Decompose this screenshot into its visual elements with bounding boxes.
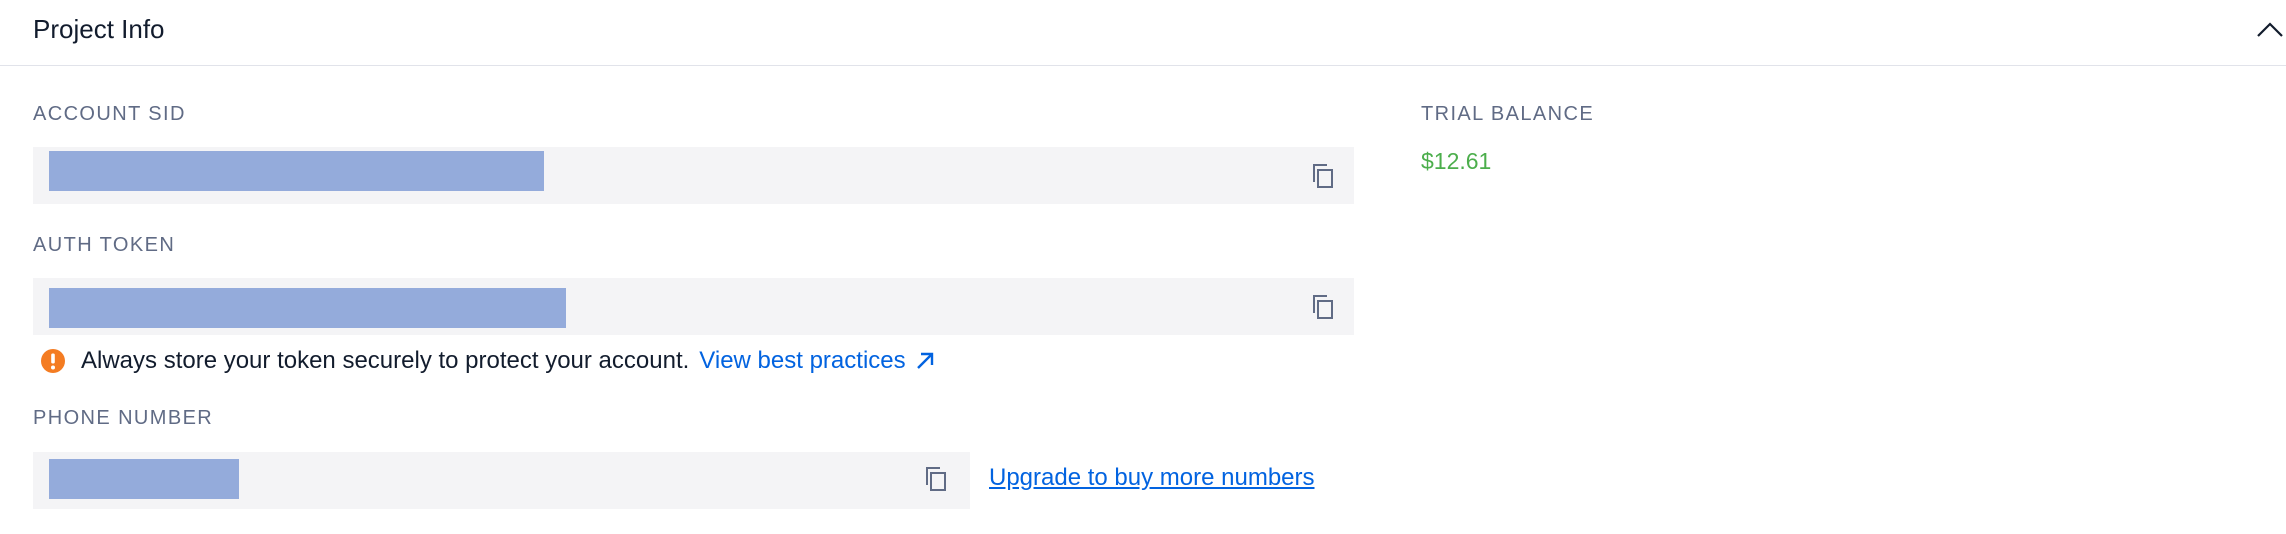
phone-number-label: PHONE NUMBER <box>33 407 214 429</box>
phone-number-redacted-value <box>49 459 239 499</box>
copy-icon[interactable] <box>1310 161 1338 191</box>
upgrade-numbers-link[interactable]: Upgrade to buy more numbers <box>989 464 1315 492</box>
warning-text: Always store your token securely to prot… <box>81 347 690 374</box>
account-sid-label: ACCOUNT SID <box>33 103 186 125</box>
header-title: Project Info <box>33 14 165 44</box>
auth-token-label: AUTH TOKEN <box>33 234 176 256</box>
view-best-practices-link[interactable]: View best practices <box>699 347 935 375</box>
project-info-header[interactable]: Project Info <box>0 0 2286 66</box>
warning-icon <box>40 348 66 374</box>
external-link-icon <box>914 350 936 372</box>
trial-balance-label: TRIAL BALANCE <box>1421 103 1595 125</box>
phone-number-field <box>33 452 970 509</box>
copy-icon[interactable] <box>923 464 951 494</box>
copy-icon[interactable] <box>1310 292 1338 322</box>
auth-token-redacted-value <box>49 288 566 328</box>
auth-token-field <box>33 278 1354 335</box>
chevron-up-icon[interactable] <box>2250 16 2286 48</box>
token-warning: Always store your token securely to prot… <box>40 344 936 378</box>
account-sid-redacted-value <box>49 151 544 191</box>
account-sid-field <box>33 147 1354 204</box>
trial-balance-amount: $12.61 <box>1421 148 1492 174</box>
view-best-practices-label: View best practices <box>699 347 906 374</box>
